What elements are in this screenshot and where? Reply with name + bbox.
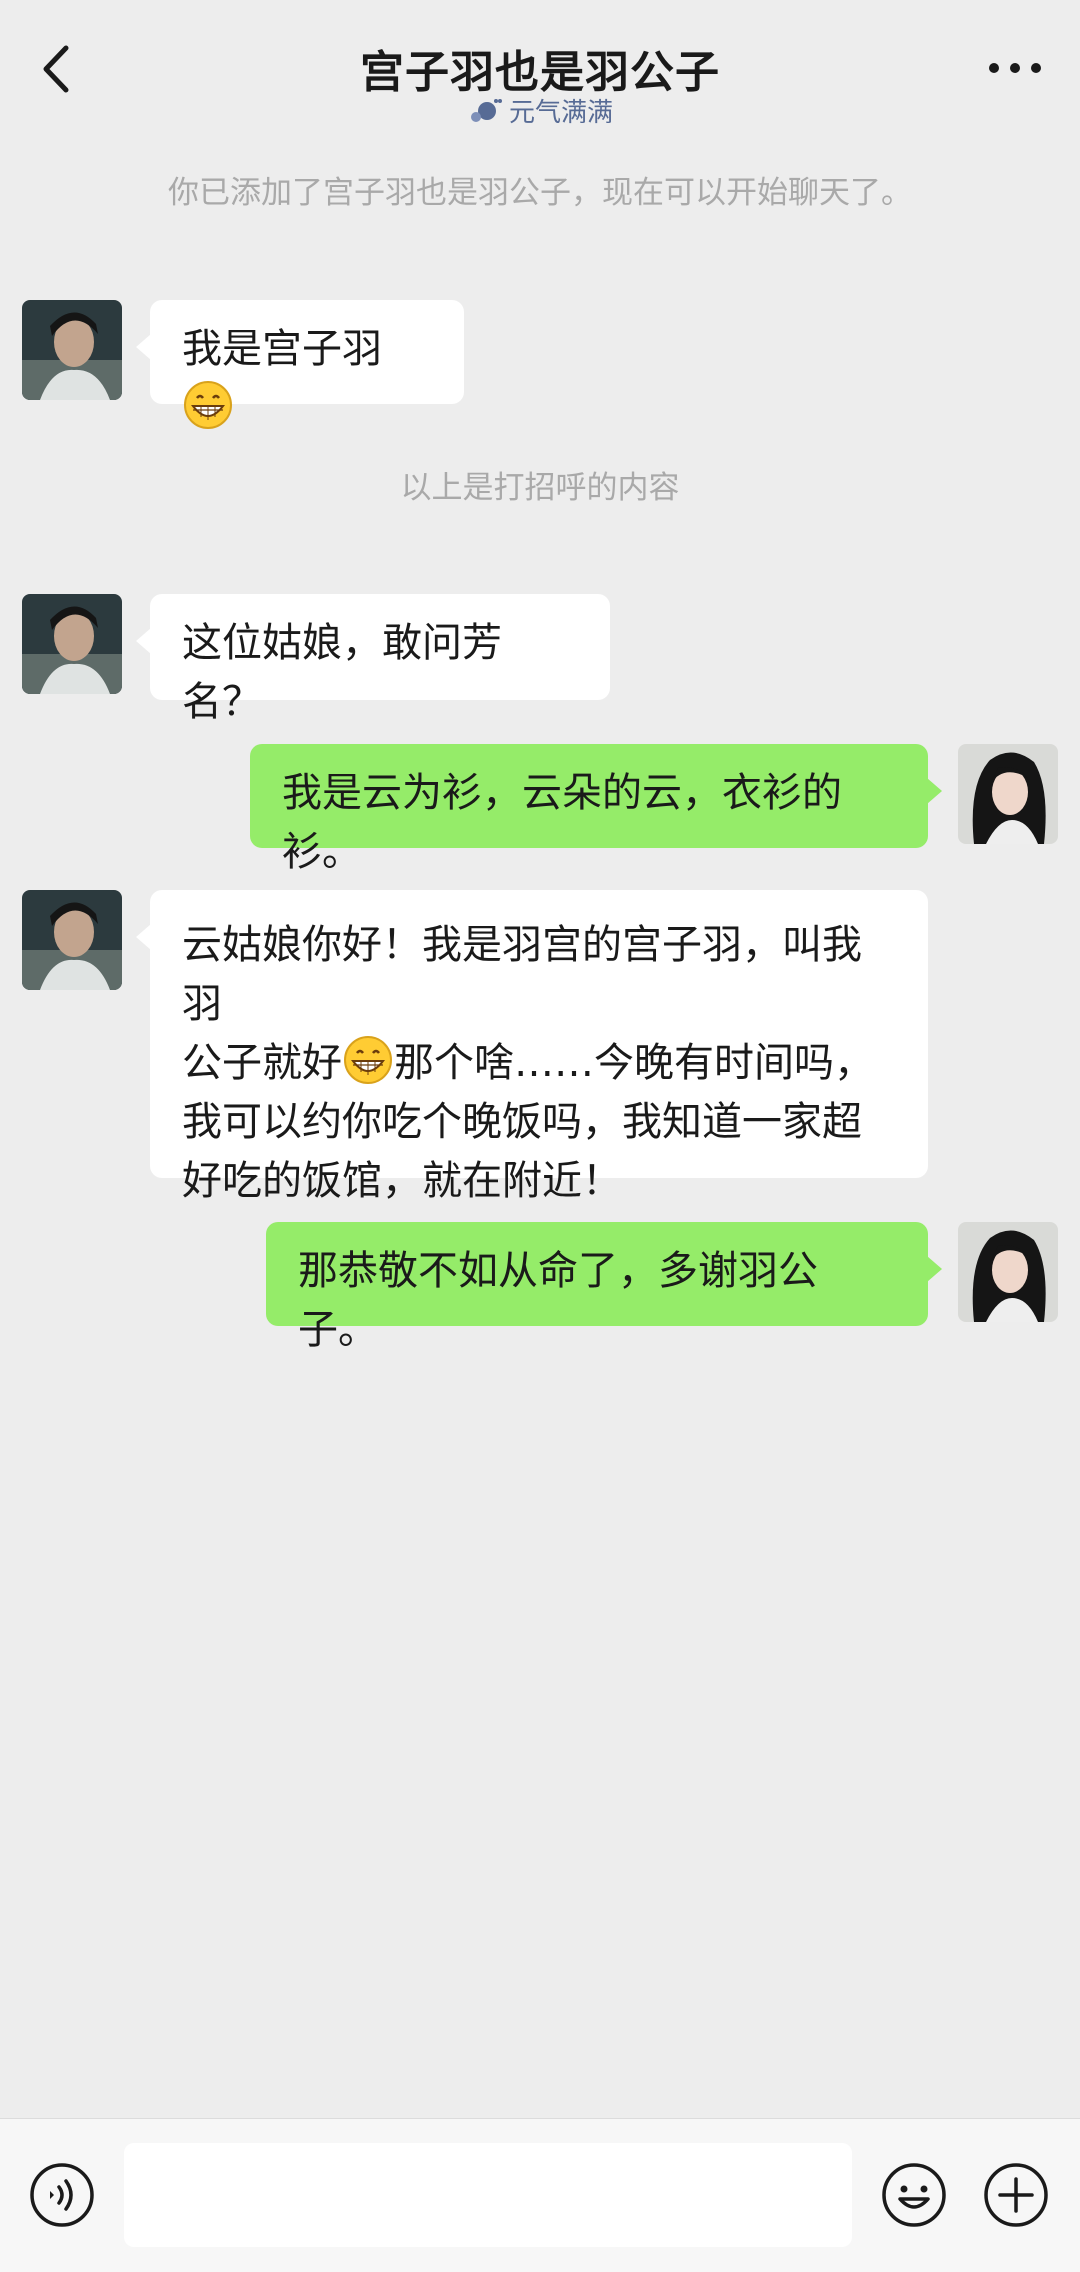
message-input[interactable]	[124, 2143, 852, 2247]
emoji-button[interactable]	[880, 2161, 948, 2229]
status-text: 元气满满	[508, 98, 613, 128]
emoji-icon	[882, 2163, 946, 2227]
message-line: 云姑娘你好！我是羽宫的宫子羽，叫我羽	[182, 922, 862, 1027]
grinning-face-emoji	[184, 381, 232, 429]
message-text: 公子就好	[182, 1040, 342, 1086]
contact-avatar[interactable]	[22, 594, 122, 694]
message-bubble-outgoing[interactable]: 我是云为衫，云朵的云，衣衫的衫。	[250, 744, 942, 875]
system-note: 你已添加了宫子羽也是羽公子，现在可以开始聊天了。	[168, 175, 912, 211]
message-line: 我可以约你吃个晚饭吗，我知道一家超	[182, 1099, 862, 1145]
contact-status: 元气满满	[0, 92, 1080, 129]
message-line: 好吃的饭馆，就在附近！	[182, 1158, 622, 1204]
message-bubble-incoming[interactable]: 这位姑娘，敢问芳名？	[136, 594, 610, 725]
plus-button[interactable]	[982, 2161, 1050, 2229]
message-bubble-incoming[interactable]: 云姑娘你好！我是羽宫的宫子羽，叫我羽 公子就好 那个啥……今晚有时间吗， 我可以…	[136, 890, 928, 1204]
grinning-face-emoji	[344, 1036, 392, 1084]
status-icon	[470, 99, 502, 122]
message-text: 那个啥……今晚有时间吗，	[394, 1040, 874, 1086]
input-bar	[0, 2118, 1080, 2272]
system-note: 以上是打招呼的内容	[400, 470, 680, 506]
voice-icon	[30, 2163, 94, 2227]
more-dots-icon	[989, 63, 1041, 73]
my-avatar[interactable]	[958, 1222, 1058, 1322]
voice-button[interactable]	[28, 2161, 96, 2229]
contact-avatar[interactable]	[22, 300, 122, 400]
message-bubble-outgoing[interactable]: 那恭敬不如从命了，多谢羽公子。	[266, 1222, 942, 1353]
chat-header: 宫子羽也是羽公子 元气满满	[0, 0, 1080, 138]
contact-avatar[interactable]	[22, 890, 122, 990]
message-text: 我是云为衫，云朵的云，衣衫的衫。	[282, 770, 842, 875]
message-bubble-incoming[interactable]: 我是宫子羽	[136, 300, 464, 429]
message-text: 这位姑娘，敢问芳名？	[182, 620, 502, 725]
more-button[interactable]	[980, 50, 1050, 86]
plus-icon	[984, 2163, 1048, 2227]
message-text: 我是宫子羽	[182, 326, 382, 372]
message-line: 公子就好 那个啥……今晚有时间吗，	[182, 1034, 896, 1093]
my-avatar[interactable]	[958, 744, 1058, 844]
message-text: 那恭敬不如从命了，多谢羽公子。	[298, 1248, 818, 1353]
chat-title: 宫子羽也是羽公子	[360, 47, 720, 98]
